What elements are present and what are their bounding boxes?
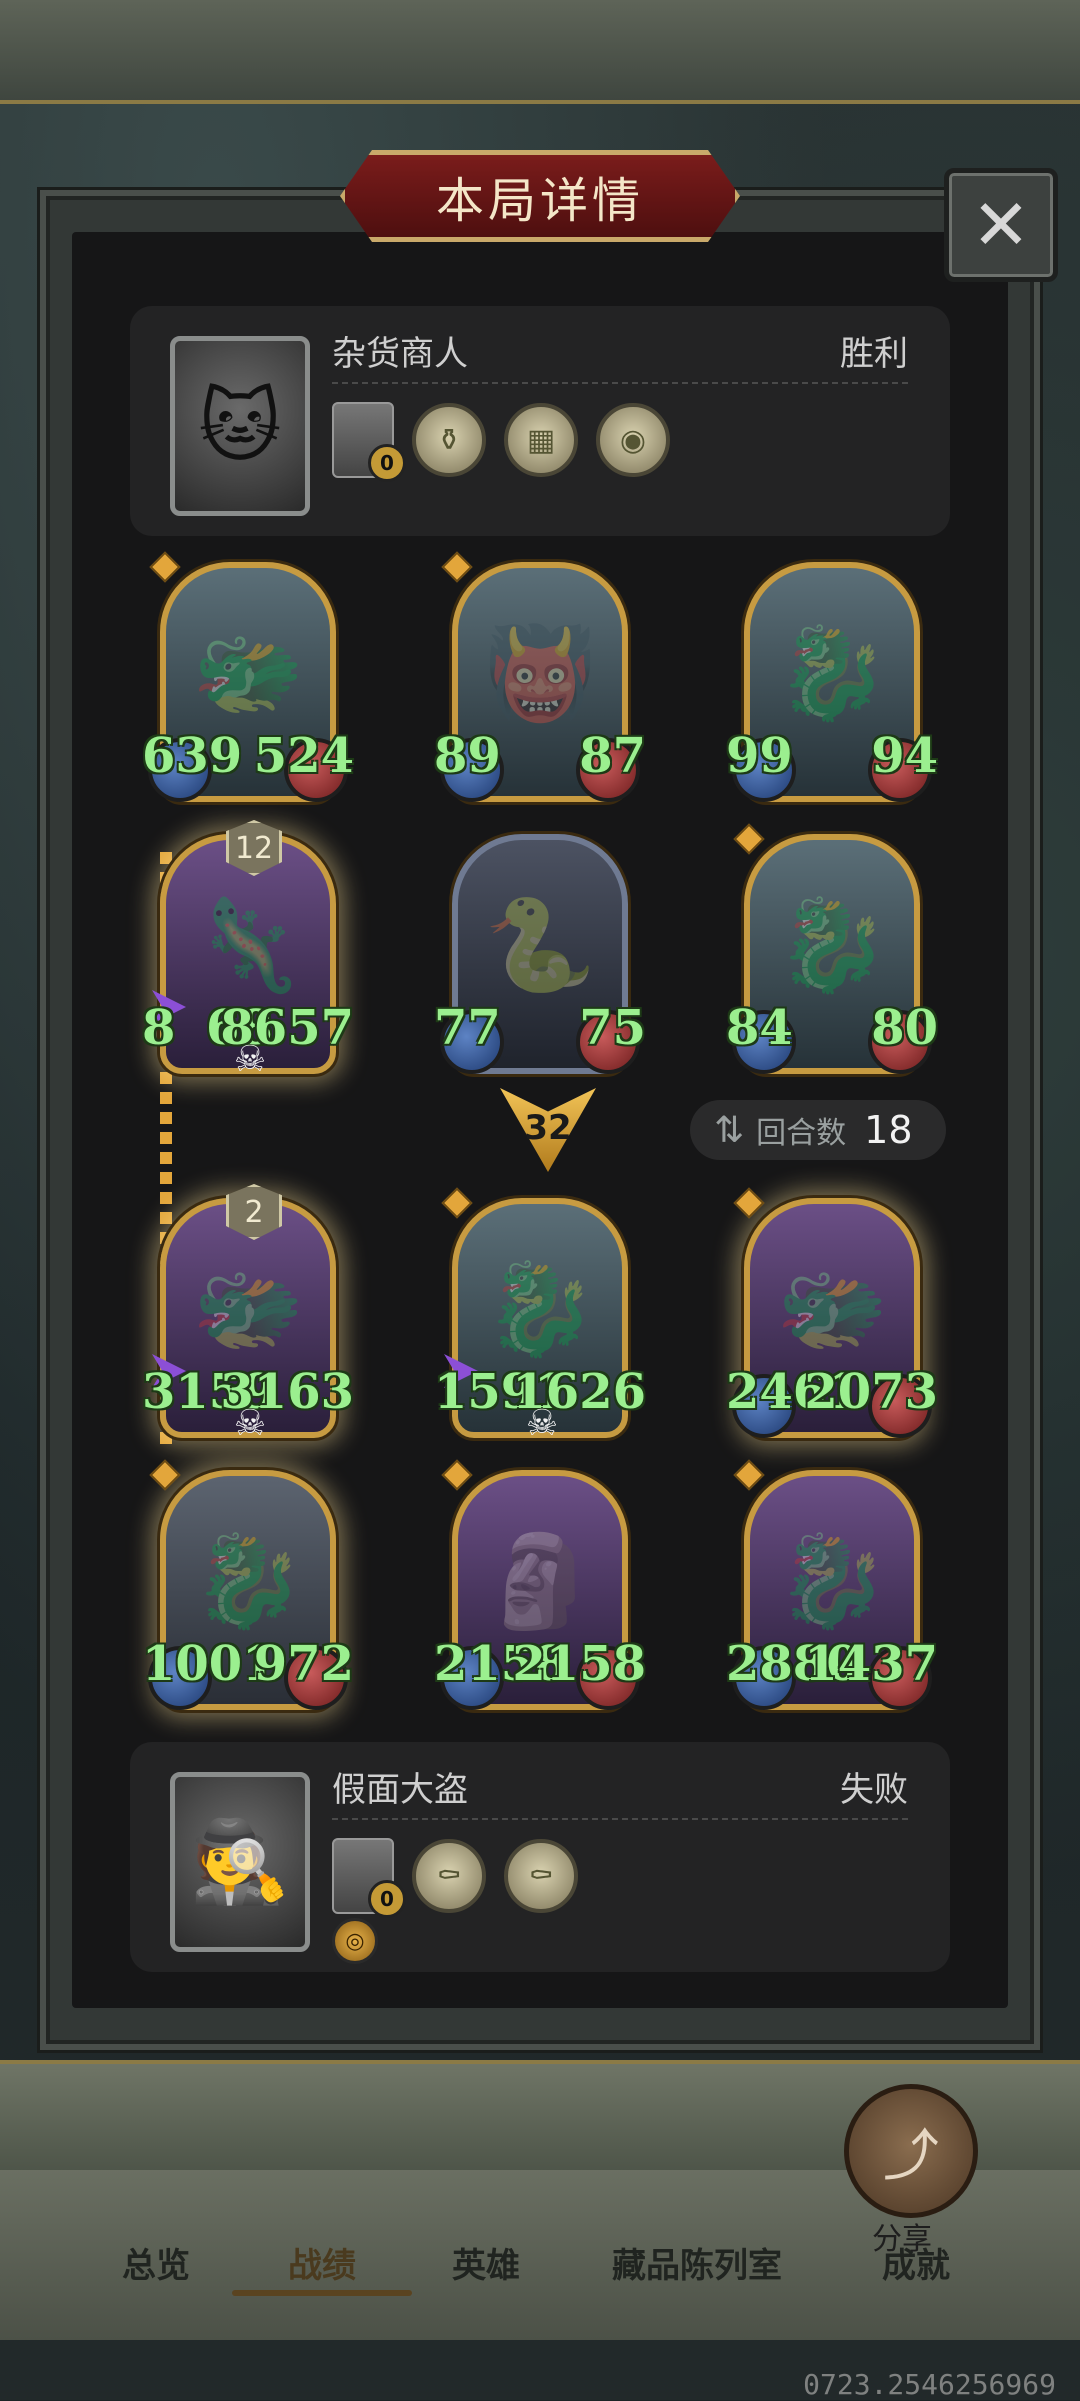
unit-health: 524 <box>253 728 354 784</box>
unit-attack: 84 <box>726 1000 793 1056</box>
unit-card[interactable]: 2 🐲 3159 3163 ☠ <box>142 1184 354 1442</box>
attack-arrow-value: 32 <box>524 1108 572 1148</box>
skull-icon: ☠ <box>525 1403 559 1444</box>
close-icon: ✕ <box>971 184 1031 266</box>
unit-card[interactable]: 🐉 1591 1626 ☠ <box>434 1187 646 1442</box>
unit-attack: 639 <box>142 728 243 784</box>
unit-card[interactable]: 🗿 2158 2158 <box>434 1459 646 1710</box>
merchant-avatar[interactable]: 🐱 <box>170 336 310 516</box>
unit-card[interactable]: 🐲 2461 2073 <box>726 1187 938 1438</box>
unit-health: 80 <box>871 1000 938 1056</box>
tab-collection[interactable]: 藏品陈列室 <box>612 2238 782 2287</box>
share-button[interactable]: ⤴ <box>844 2084 978 2218</box>
skull-icon: ☠ <box>233 1403 267 1444</box>
purple-cabinet-icon[interactable]: ▦ <box>504 403 578 477</box>
food-plate-icon[interactable]: ◉ <box>596 403 670 477</box>
scroll-top-edge <box>0 0 1080 104</box>
masked-thief-avatar[interactable]: 🕵 <box>170 1772 310 1952</box>
top-player-items: 0 ⚱ ▦ ◉ <box>332 402 670 482</box>
divider <box>332 1818 908 1820</box>
rounds-label: 回合数 <box>756 1116 847 1151</box>
unit-card[interactable]: 🐉 99 94 <box>726 562 938 802</box>
unit-card[interactable]: 🐉 84 80 <box>726 823 938 1074</box>
unit-card[interactable]: 🐉 2880 1437 <box>726 1459 938 1710</box>
rounds-value: 18 <box>864 1108 913 1152</box>
shop-icon[interactable]: 0 <box>332 402 406 482</box>
unit-attack: 99 <box>726 728 793 784</box>
top-player-name: 杂货商人 <box>332 334 468 374</box>
unit-health: 94 <box>871 728 938 784</box>
coffin-icon[interactable]: ⚰ <box>412 1839 486 1913</box>
unit-attack: 8 <box>142 1000 176 1056</box>
shop-count-badge: 0 <box>368 1880 406 1918</box>
unit-card[interactable]: 👹 89 87 <box>434 551 646 802</box>
active-tab-indicator <box>232 2290 412 2296</box>
top-player-card: 🐱 杂货商人 胜利 0 ⚱ ▦ ◉ <box>130 306 950 536</box>
close-button[interactable]: ✕ <box>944 168 1058 282</box>
unit-card[interactable]: 🐲 639 524 <box>142 551 354 802</box>
unit-attack: 77 <box>434 1000 501 1056</box>
top-player-result: 胜利 <box>840 334 908 374</box>
swap-icon: ⇅ <box>714 1109 745 1151</box>
unit-health: 75 <box>579 1000 646 1056</box>
unit-health: 87 <box>579 728 646 784</box>
unit-health: 2158 <box>512 1636 646 1692</box>
unit-card[interactable]: 🐉 1001 972 <box>142 1459 354 1710</box>
unit-card[interactable]: 12 🦎 8 68 8657 ☠ <box>142 820 354 1078</box>
share-icon: ⤴ <box>883 2123 939 2189</box>
unit-attack: 89 <box>434 728 501 784</box>
gold-coin-icon[interactable]: ◎ <box>332 1918 378 1964</box>
shop-icon[interactable]: 0 <box>332 1838 406 1918</box>
tab-overview[interactable]: 总览 <box>122 2238 190 2287</box>
share-label: 分享 <box>872 2222 932 2257</box>
bottom-player-card: 🕵 假面大盗 失败 0 ⚰ ⚰ ◎ <box>130 1742 950 1972</box>
unit-health: 2073 <box>804 1364 938 1420</box>
tab-records[interactable]: 战绩 <box>288 2238 356 2287</box>
unit-health: 1437 <box>804 1636 938 1692</box>
divider <box>332 382 908 384</box>
coffin-icon[interactable]: ⚰ <box>504 1839 578 1913</box>
shop-count-badge: 0 <box>368 444 406 482</box>
bottom-player-items: 0 ⚰ ⚰ <box>332 1838 578 1918</box>
dialog-title: 本局详情 <box>340 150 740 242</box>
potion-bottle-icon[interactable]: ⚱ <box>412 403 486 477</box>
rounds-counter: ⇅ 回合数 18 <box>690 1100 946 1160</box>
session-id: 0723.2546256969 <box>803 2368 1056 2401</box>
skull-icon: ☠ <box>233 1039 267 1080</box>
unit-health: 972 <box>253 1636 354 1692</box>
tab-heroes[interactable]: 英雄 <box>452 2238 520 2287</box>
unit-card[interactable]: 🐍 77 75 <box>434 834 646 1074</box>
bottom-player-name: 假面大盗 <box>332 1770 468 1810</box>
bottom-player-result: 失败 <box>840 1770 908 1810</box>
